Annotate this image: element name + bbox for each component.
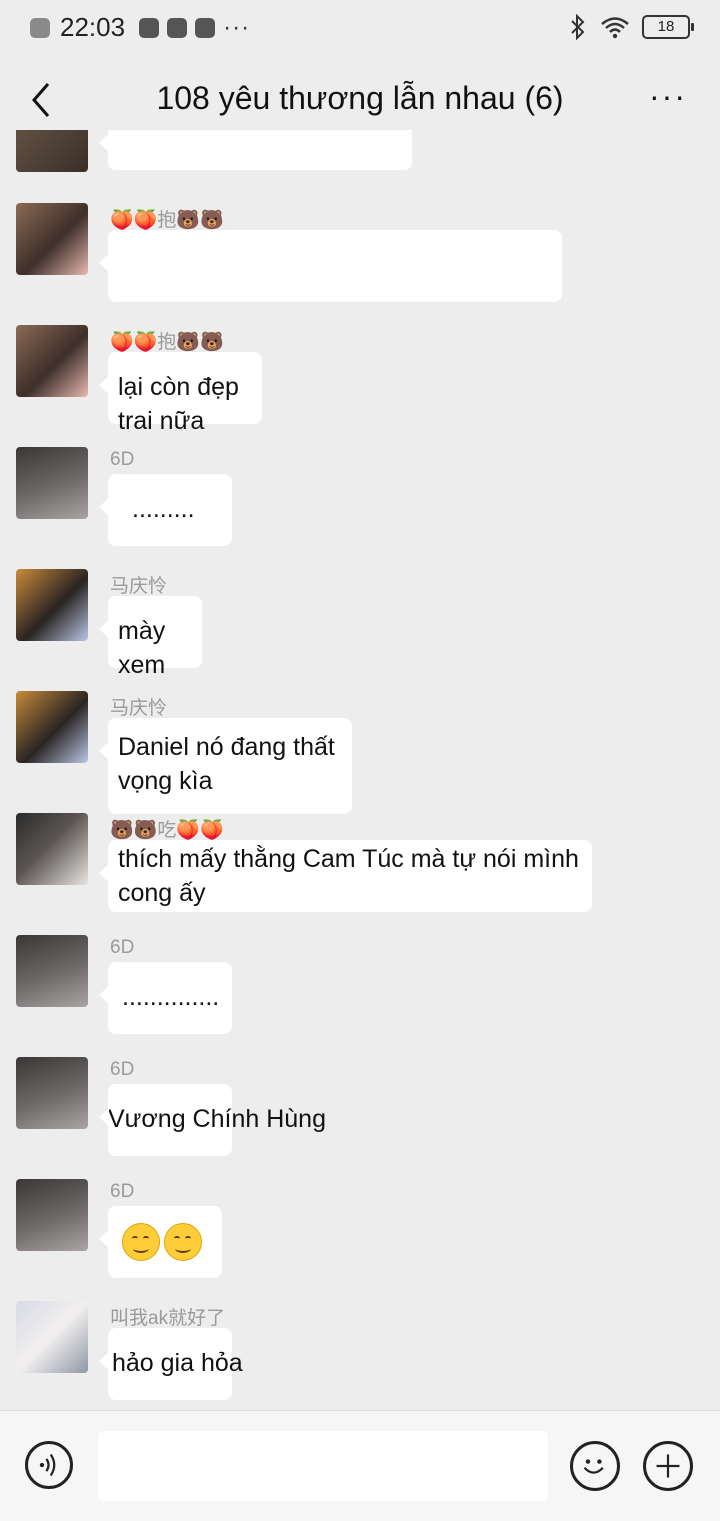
sender-name: 🍑🍑抱🐻🐻 xyxy=(110,210,224,231)
emoji-button[interactable] xyxy=(570,1441,620,1491)
sender-name: 6D xyxy=(110,1181,135,1202)
avatar[interactable] xyxy=(16,130,88,172)
input-bar xyxy=(0,1410,720,1521)
sender-name: 6D xyxy=(110,449,135,470)
message-bubble[interactable] xyxy=(99,1206,222,1278)
notification-icon xyxy=(30,17,50,38)
sender-name: 马庆怜 xyxy=(110,576,168,597)
message-bubble[interactable] xyxy=(99,230,562,302)
status-right: 18 xyxy=(568,14,694,40)
message-bubble[interactable]: ......... xyxy=(99,474,232,546)
message-bubble[interactable]: hảo gia hỏa xyxy=(99,1328,243,1400)
more-notifications-icon: ··· xyxy=(223,13,251,41)
sender-name: 6D xyxy=(110,937,135,958)
sender-name: 叫我ak就好了 xyxy=(110,1308,226,1329)
avatar[interactable] xyxy=(16,1057,88,1129)
message-bubble[interactable] xyxy=(99,130,412,170)
status-time: 22:03 xyxy=(60,12,126,42)
chat-title: 108 yêu thương lẫn nhau (6) xyxy=(156,80,564,116)
avatar[interactable] xyxy=(16,203,88,275)
avatar[interactable] xyxy=(16,1179,88,1251)
avatar[interactable] xyxy=(16,813,88,885)
sender-name: 6D xyxy=(110,1059,135,1080)
sender-name: 马庆怜 xyxy=(110,698,168,719)
message-bubble[interactable]: lại còn đẹp trai nữa xyxy=(99,352,262,435)
wifi-icon xyxy=(601,17,629,39)
status-bar: 22:03 ··· 18 xyxy=(0,0,720,56)
message-notification-icon xyxy=(195,17,216,38)
avatar[interactable] xyxy=(16,935,88,1007)
plus-icon xyxy=(656,1454,680,1478)
smiling-face-emoji xyxy=(164,1223,202,1261)
avatar[interactable] xyxy=(16,691,88,763)
smiling-face-emoji xyxy=(122,1223,160,1261)
status-left: 22:03 ··· xyxy=(30,12,250,43)
avatar[interactable] xyxy=(16,1301,88,1373)
message-bubble[interactable]: Vương Chính Hùng xyxy=(99,1084,326,1156)
avatar[interactable] xyxy=(16,447,88,519)
app-notification-icon xyxy=(139,17,160,38)
avatar[interactable] xyxy=(16,325,88,397)
chevron-left-icon xyxy=(32,83,50,117)
more-actions-button[interactable] xyxy=(643,1441,693,1491)
message-bubble[interactable]: thích mấy thằng Cam Túc mà tự nói mình c… xyxy=(99,840,592,912)
more-options-button[interactable]: ··· xyxy=(646,80,690,116)
battery-indicator: 18 xyxy=(642,15,694,39)
message-bubble[interactable]: mày xem xyxy=(99,596,202,679)
message-list[interactable]: 🍑🍑抱🐻🐻 🍑🍑抱🐻🐻 lại còn đẹp trai nữa 6D ....… xyxy=(0,130,720,1410)
smiley-icon xyxy=(583,1459,604,1474)
app-notification-icon xyxy=(167,17,188,38)
message-bubble[interactable]: .............. xyxy=(99,962,232,1034)
sender-name: 🍑🍑抱🐻🐻 xyxy=(110,332,224,353)
message-bubble[interactable]: Daniel nó đang thất vọng kìa xyxy=(99,718,352,814)
back-button[interactable] xyxy=(22,76,66,124)
bluetooth-icon xyxy=(571,14,585,40)
sender-name: 🐻🐻吃🍑🍑 xyxy=(110,820,224,841)
voice-button[interactable] xyxy=(25,1441,73,1489)
avatar[interactable] xyxy=(16,569,88,641)
voice-icon xyxy=(39,1453,56,1477)
message-input[interactable] xyxy=(98,1431,548,1501)
